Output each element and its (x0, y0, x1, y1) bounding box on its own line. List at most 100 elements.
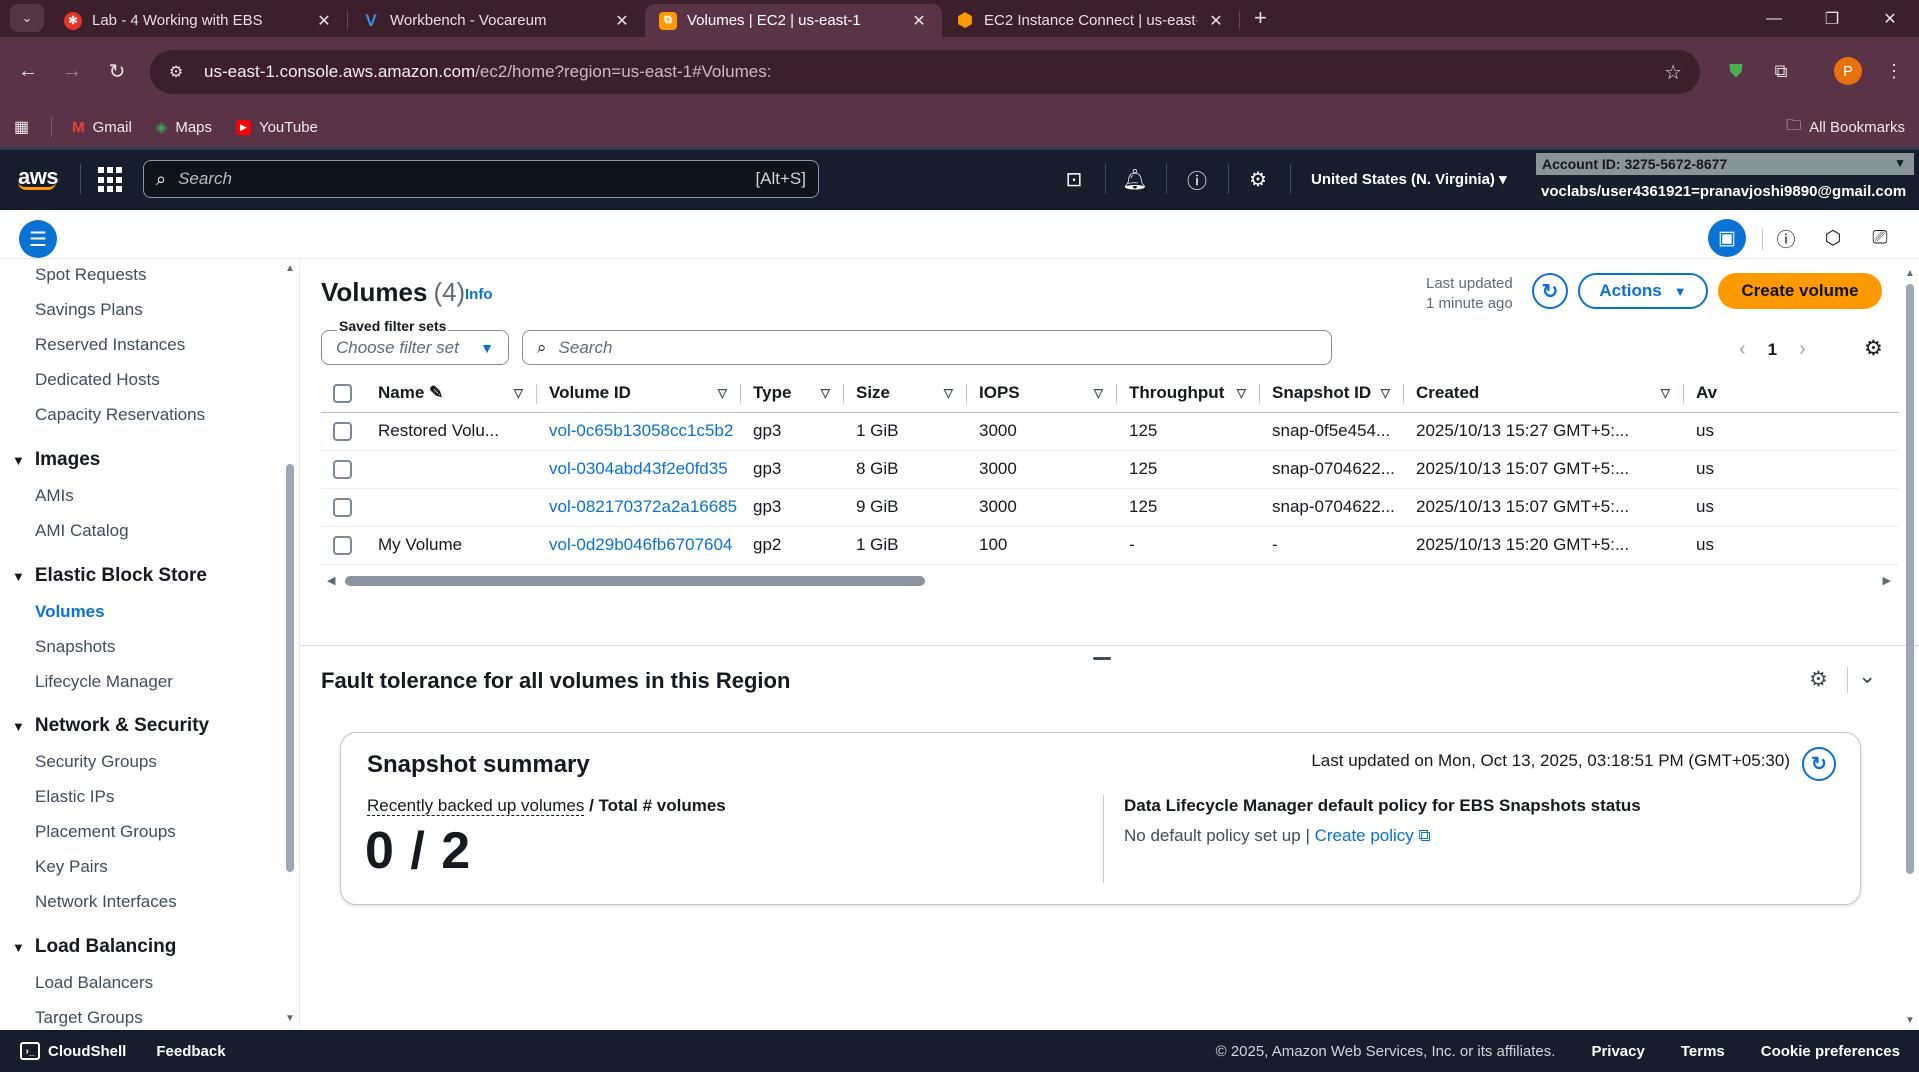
bookmark-gmail[interactable]: M Gmail (72, 119, 132, 136)
new-tab-button[interactable]: + (1254, 5, 1267, 31)
bookmark-youtube[interactable]: ▶ YouTube (236, 119, 318, 136)
scroll-down-arrow-icon[interactable]: ▼ (285, 1013, 295, 1024)
scroll-down-arrow-icon[interactable]: ▼ (1905, 1015, 1915, 1026)
minimize-icon[interactable]: — (1745, 0, 1803, 37)
site-settings-icon[interactable]: ⚙ (156, 62, 196, 82)
window-close-icon[interactable]: ✕ (1861, 0, 1919, 37)
next-page-icon[interactable]: › (1799, 338, 1806, 361)
row-checkbox[interactable] (333, 460, 352, 479)
apps-grid-icon[interactable]: ▦ (14, 117, 29, 137)
tab-search-menu-button[interactable]: ⌄ (10, 4, 44, 32)
scroll-up-arrow-icon[interactable]: ▲ (1905, 268, 1915, 279)
shield-extension-icon[interactable]: ⛊ (1722, 57, 1750, 85)
restore-icon[interactable]: ❐ (1803, 0, 1861, 37)
browser-tab-vocareum[interactable]: V Workbench - Vocareum ✕ (348, 4, 645, 37)
tutorial-panel-icon[interactable]: ⎚ (1864, 222, 1896, 254)
sidebar-item-capacity-reservations[interactable]: Capacity Reservations (35, 405, 205, 425)
scroll-left-arrow-icon[interactable]: ◀ (327, 574, 335, 587)
recently-backed-up-link[interactable]: Recently backed up volumes (367, 796, 585, 816)
close-icon[interactable]: ✕ (613, 11, 631, 31)
column-header-throughput[interactable]: Throughput ▽ (1117, 374, 1260, 413)
reload-icon[interactable]: ↻ (99, 53, 135, 89)
extensions-icon[interactable]: ⧉ (1767, 57, 1795, 85)
table-horizontal-scrollbar[interactable]: ◀ ▶ (321, 574, 1899, 588)
sidebar-section-load-balancing[interactable]: ▼ Load Balancing (12, 936, 176, 958)
menu-hamburger-icon[interactable]: ☰ (19, 220, 57, 258)
info-panel-icon[interactable]: ⓘ (1770, 222, 1802, 254)
feedback-link[interactable]: Feedback (156, 1043, 225, 1060)
volumes-search-input[interactable]: ⌕ Search (522, 330, 1332, 365)
scroll-thumb[interactable] (286, 464, 294, 872)
column-header-iops[interactable]: IOPS ▽ (967, 374, 1117, 413)
sidebar-item-amis[interactable]: AMIs (35, 486, 74, 506)
all-bookmarks[interactable]: 🗀 All Bookmarks (1786, 115, 1905, 140)
refresh-button[interactable]: ↻ (1532, 273, 1568, 309)
volume-id-link[interactable]: vol-0c65b13058cc1c5b2 (537, 412, 741, 451)
info-link[interactable]: Info (465, 286, 493, 303)
create-volume-button[interactable]: Create volume (1718, 273, 1882, 309)
sidebar-item-placement-groups[interactable]: Placement Groups (35, 822, 176, 842)
sidebar-item-volumes[interactable]: Volumes (35, 602, 105, 622)
volume-id-link[interactable]: vol-0304abd43f2e0fd35 (537, 450, 741, 489)
browser-tab-volumes[interactable]: ⧉ Volumes | EC2 | us-east-1 ✕ (645, 4, 942, 37)
table-preferences-gear-icon[interactable]: ⚙ (1864, 336, 1883, 361)
row-checkbox[interactable] (333, 536, 352, 555)
sidebar-item-security-groups[interactable]: Security Groups (35, 752, 157, 772)
sidebar-item-dedicated-hosts[interactable]: Dedicated Hosts (35, 370, 160, 390)
user-identity[interactable]: voclabs/user4361921=pranavjoshi9890@gmai… (1541, 183, 1906, 200)
sidebar-item-ami-catalog[interactable]: AMI Catalog (35, 521, 129, 541)
services-menu-icon[interactable] (98, 167, 124, 193)
cloudshell-button[interactable]: ›_ CloudShell (20, 1042, 126, 1060)
browser-tab-lab[interactable]: ✻ Lab - 4 Working with EBS ✕ (50, 4, 347, 37)
address-bar[interactable]: ⚙ us-east-1.console.aws.amazon.com/ec2/h… (150, 50, 1700, 94)
create-policy-link[interactable]: Create policy ⧉ (1315, 826, 1431, 845)
sidebar-item-load-balancers[interactable]: Load Balancers (35, 973, 153, 993)
resources-panel-icon[interactable]: ⬡ (1817, 222, 1849, 254)
actions-button[interactable]: Actions ▼ (1578, 273, 1708, 309)
sidebar-item-target-groups[interactable]: Target Groups (35, 1008, 143, 1028)
column-header-volume-id[interactable]: Volume ID ▽ (537, 374, 741, 413)
current-page[interactable]: 1 (1768, 340, 1777, 360)
help-icon[interactable]: ⓘ (1182, 164, 1212, 194)
sidebar-item-spot-requests[interactable]: Spot Requests (35, 265, 147, 285)
close-icon[interactable]: ✕ (1207, 11, 1225, 31)
bookmark-maps[interactable]: ◈ Maps (156, 118, 212, 137)
sidebar-item-savings-plans[interactable]: Savings Plans (35, 300, 143, 320)
split-panel-icon[interactable]: ▣ (1708, 219, 1746, 257)
scroll-thumb[interactable] (1906, 284, 1914, 874)
sidebar-item-elastic-ips[interactable]: Elastic IPs (35, 787, 114, 807)
sidebar-item-snapshots[interactable]: Snapshots (35, 637, 115, 657)
saved-filter-set-select[interactable]: Choose filter set ▼ (321, 330, 509, 365)
sidebar-section-images[interactable]: ▼ Images (12, 449, 100, 471)
column-header-availability-zone[interactable]: Av (1684, 374, 1899, 413)
column-header-size[interactable]: Size ▽ (844, 374, 967, 413)
column-header-type[interactable]: Type ▽ (741, 374, 844, 413)
sidebar-scrollbar[interactable]: ▲ ▼ (284, 259, 296, 1030)
browser-tab-instance-connect[interactable]: ⬢ EC2 Instance Connect | us-east- ✕ (942, 4, 1239, 37)
select-all-checkbox[interactable] (333, 383, 352, 403)
scroll-right-arrow-icon[interactable]: ▶ (1883, 574, 1891, 587)
snapshot-refresh-button[interactable]: ↻ (1802, 747, 1836, 781)
terms-link[interactable]: Terms (1681, 1043, 1725, 1060)
volume-id-link[interactable]: vol-082170372a2a16685 (537, 488, 741, 527)
fault-tolerance-settings-gear-icon[interactable]: ⚙ (1809, 667, 1828, 692)
back-icon[interactable]: ← (10, 53, 46, 89)
profile-avatar[interactable]: P (1834, 57, 1862, 85)
collapse-chevron-icon[interactable]: ⌄ (1858, 663, 1876, 689)
close-icon[interactable]: ✕ (315, 11, 333, 31)
close-icon[interactable]: ✕ (910, 11, 928, 31)
prev-page-icon[interactable]: ‹ (1739, 338, 1746, 361)
cloudshell-icon[interactable]: ⊡ (1059, 164, 1089, 194)
sidebar-item-key-pairs[interactable]: Key Pairs (35, 857, 108, 877)
volume-id-link[interactable]: vol-0d29b046fb6707604 (537, 526, 741, 565)
bookmark-star-icon[interactable]: ☆ (1664, 60, 1682, 85)
region-selector[interactable]: United States (N. Virginia) ▾ (1311, 170, 1507, 188)
split-panel-resize-handle[interactable] (1093, 657, 1111, 660)
table-row[interactable]: vol-0304abd43f2e0fd35 gp3 8 GiB 3000 125… (321, 450, 1899, 489)
aws-search-input[interactable]: ⌕ Search [Alt+S] (143, 160, 819, 198)
column-header-snapshot-id[interactable]: Snapshot ID ▽ (1260, 374, 1404, 413)
row-checkbox[interactable] (333, 498, 352, 517)
sidebar-section-network-security[interactable]: ▼ Network & Security (12, 715, 209, 737)
sidebar-item-lifecycle-manager[interactable]: Lifecycle Manager (35, 672, 173, 692)
row-checkbox[interactable] (333, 422, 352, 441)
